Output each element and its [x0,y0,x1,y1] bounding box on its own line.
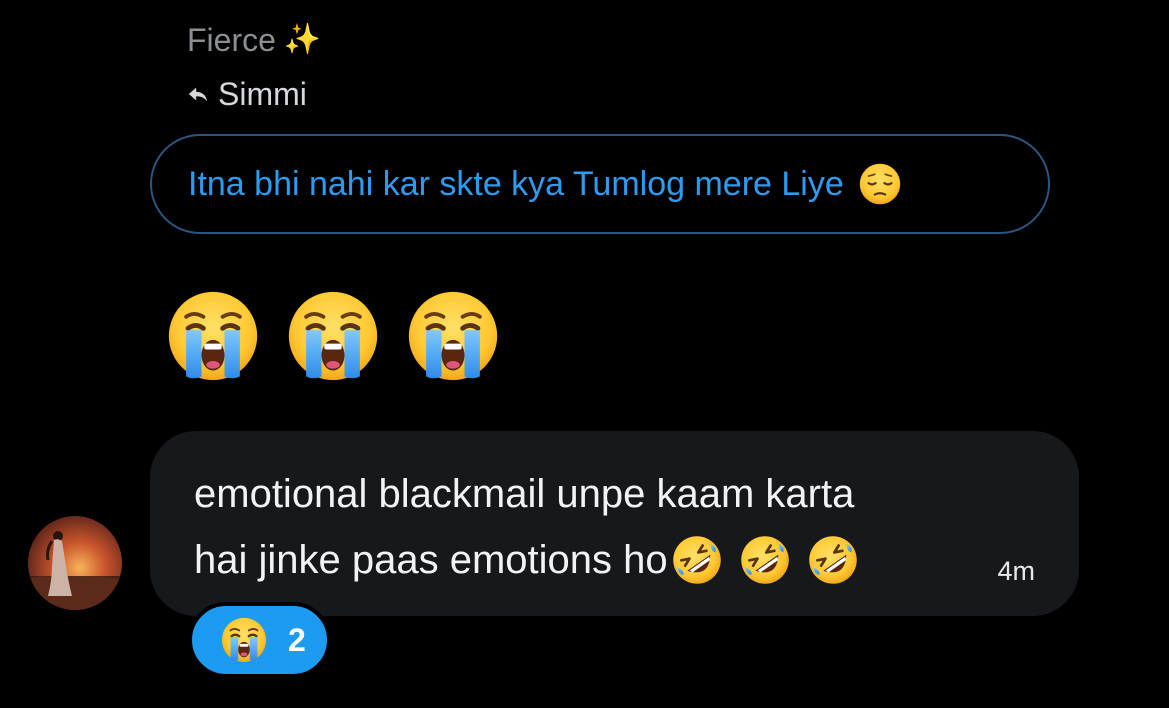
reply-arrow-icon [187,83,209,105]
reply-target-name: Simmi [218,75,307,112]
sender-name: Fierce ✨ [187,20,321,60]
rolling-on-floor-laughing-icon [738,533,792,587]
quoted-message[interactable]: Itna bhi nahi kar skte kya Tumlog mere L… [150,134,1050,234]
sparkles-icon: ✨ [283,23,322,56]
loudly-crying-face-icon [220,616,268,664]
reaction-count: 2 [288,621,306,658]
message-bubble[interactable]: emotional blackmail unpe kaam karta hai … [150,431,1079,616]
rolling-on-floor-laughing-icon [806,533,860,587]
sender-name-text: Fierce [187,21,276,58]
loudly-crying-face-icon [165,288,261,384]
quoted-message-text: Itna bhi nahi kar skte kya Tumlog mere L… [188,164,844,203]
loudly-crying-face-icon [405,288,501,384]
message-line: emotional blackmail unpe kaam karta [194,472,855,516]
emoji-only-message[interactable] [165,288,501,384]
reply-indicator[interactable]: Simmi [187,74,307,114]
message-line-with-emojis: hai jinke paas emotions ho [194,527,1024,593]
message-timestamp: 4m [997,556,1035,586]
loudly-crying-face-icon [285,288,381,384]
message-text: emotional blackmail unpe kaam karta hai … [194,461,1024,593]
pensive-face-icon [858,162,902,206]
reaction-pill[interactable]: 2 [188,602,331,678]
avatar[interactable] [28,516,122,610]
rolling-on-floor-laughing-icon [670,533,724,587]
chat-screen: Fierce ✨ Simmi Itna bhi nahi kar skte ky… [0,0,1169,708]
message-line: hai jinke paas emotions ho [194,538,668,582]
